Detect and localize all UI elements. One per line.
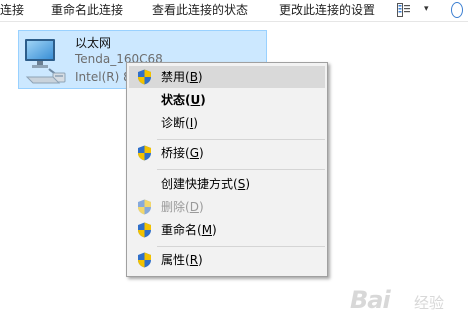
view-options-icon[interactable] [397, 3, 411, 17]
adapter-name: 以太网 [75, 36, 112, 50]
menu-item-label: 禁用(B) [161, 70, 203, 84]
view-dropdown-chevron-icon[interactable]: ▾ [424, 2, 429, 16]
command-bar: 连接 重命名此连接 查看此连接的状态 更改此连接的设置 ▾ [0, 0, 468, 22]
menu-separator [157, 246, 325, 247]
network-adapter-icon [25, 39, 66, 84]
uac-shield-icon [138, 252, 151, 268]
menu-item-rename[interactable]: 重命名(M) [129, 219, 325, 241]
help-button[interactable] [446, 0, 468, 21]
menu-item-delete: 删除(D) [129, 196, 325, 218]
view-status-command[interactable]: 查看此连接的状态 [152, 2, 248, 18]
connect-command[interactable]: 连接 [0, 2, 24, 18]
rename-connection-command[interactable]: 重命名此连接 [51, 2, 123, 18]
menu-item-label: 重命名(M) [161, 223, 217, 237]
menu-item-properties[interactable]: 属性(R) [129, 249, 325, 271]
menu-item-status[interactable]: 状态(U) [129, 89, 325, 111]
uac-shield-icon [138, 69, 151, 85]
help-icon [451, 2, 463, 18]
watermark-subtext: 经验 [414, 294, 445, 312]
menu-item-label: 删除(D) [161, 200, 204, 214]
menu-item-label: 诊断(I) [161, 116, 198, 130]
menu-item-create-shortcut[interactable]: 创建快捷方式(S) [129, 173, 325, 195]
menu-item-disable[interactable]: 禁用(B) [129, 66, 325, 88]
uac-shield-icon [138, 145, 151, 161]
menu-separator [157, 139, 325, 140]
menu-item-label: 桥接(G) [161, 146, 204, 160]
menu-separator [157, 169, 325, 170]
context-menu: 禁用(B) 状态(U) 诊断(I) 桥接(G) 创建快捷方式(S) 删除(D) … [126, 62, 328, 277]
menu-item-bridge[interactable]: 桥接(G) [129, 142, 325, 164]
menu-item-label: 属性(R) [161, 253, 203, 267]
menu-item-label: 状态(U) [161, 93, 206, 107]
menu-item-label: 创建快捷方式(S) [161, 177, 250, 191]
uac-shield-icon [138, 222, 151, 238]
change-settings-command[interactable]: 更改此连接的设置 [279, 2, 375, 18]
adapter-device: Intel(R) 8 [75, 70, 131, 84]
uac-shield-icon [138, 199, 151, 215]
watermark-logo: Bai 经验 [350, 282, 466, 326]
menu-item-diagnose[interactable]: 诊断(I) [129, 112, 325, 134]
watermark-text: Bai [350, 286, 391, 314]
